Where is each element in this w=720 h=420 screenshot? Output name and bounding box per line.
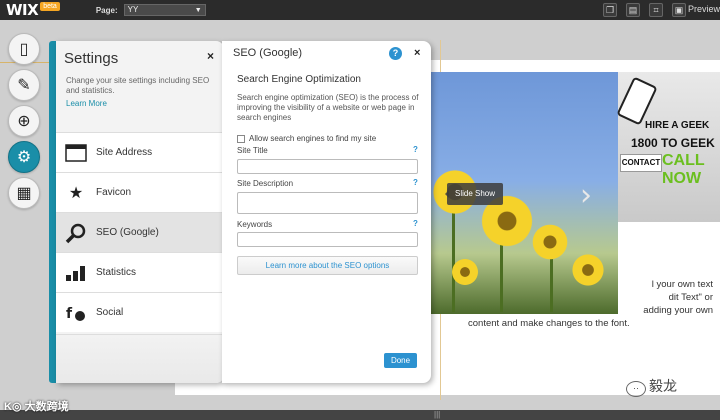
site-description-label: Site Description xyxy=(237,179,294,188)
settings-button[interactable]: ⚙ xyxy=(8,141,40,173)
close-icon[interactable]: × xyxy=(207,49,214,63)
ad-text-line3: CALL NOW xyxy=(662,152,705,187)
wix-logo: WIX xyxy=(6,1,39,19)
preview-button[interactable]: Preview xyxy=(688,4,720,14)
checkbox-box[interactable] xyxy=(237,134,245,143)
checkbox-label: Allow search engines to find my site xyxy=(249,134,377,143)
bar-chart-icon xyxy=(64,261,88,285)
settings-panel: Settings × Change your site settings inc… xyxy=(56,41,224,383)
settings-description: Change your site settings including SEO … xyxy=(66,76,210,95)
brush-icon: ✎ xyxy=(17,77,31,94)
keywords-input[interactable] xyxy=(237,232,418,247)
slideshow-next-icon[interactable]: › xyxy=(580,178,592,213)
site-body-text[interactable]: l your own text dit Text" or adding your… xyxy=(468,278,713,330)
settings-item-label: Favicon xyxy=(96,187,132,198)
body-text-line: adding your own xyxy=(643,305,713,316)
site-title-input[interactable] xyxy=(237,159,418,174)
settings-item-favicon[interactable]: ★ Favicon xyxy=(56,172,224,212)
seo-description: Search engine optimization (SEO) is the … xyxy=(237,93,419,122)
site-title-help-icon[interactable]: ? xyxy=(413,145,418,154)
settings-title: Settings xyxy=(64,50,119,67)
flower xyxy=(530,222,570,262)
monitor-icon[interactable]: ▣ xyxy=(672,3,686,17)
page-select[interactable]: YY ▼ xyxy=(123,4,206,16)
settings-item-social[interactable]: f Social xyxy=(56,292,224,332)
close-icon[interactable]: × xyxy=(414,47,420,59)
browser-window-icon xyxy=(64,141,88,165)
site-description-input[interactable] xyxy=(237,192,418,214)
site-description-help-icon[interactable]: ? xyxy=(413,178,418,187)
settings-item-label: SEO (Google) xyxy=(96,227,159,238)
crop-icon[interactable]: ⌗ xyxy=(649,3,663,17)
social-icon: f xyxy=(64,301,88,325)
allow-search-engines-checkbox[interactable]: Allow search engines to find my site xyxy=(237,134,376,143)
chevron-down-icon: ▼ xyxy=(194,7,202,14)
magnifier-icon xyxy=(64,221,88,245)
ad-text-line1: HIRE A GEEK xyxy=(645,120,710,131)
plus-icon: ⊕ xyxy=(17,113,31,130)
store-button[interactable]: ▦ xyxy=(8,177,40,209)
settings-item-label: Statistics xyxy=(96,267,137,278)
star-icon: ★ xyxy=(68,184,84,202)
top-bar: WIX beta Page: YY ▼ ❐ ▤ ⌗ ▣ Preview xyxy=(0,0,720,20)
seo-panel: SEO (Google) ? × Search Engine Optimizat… xyxy=(222,41,431,383)
watermark-left: K◎ 大数跨境 xyxy=(4,401,69,413)
panel-accent-bar xyxy=(49,41,56,383)
copy-icon[interactable]: ❐ xyxy=(603,3,617,17)
keywords-label: Keywords xyxy=(237,220,273,229)
seo-heading: Search Engine Optimization xyxy=(237,74,361,85)
top-toolbar-icons: ❐ ▤ ⌗ ▣ xyxy=(603,3,686,17)
beta-badge: beta xyxy=(40,1,60,11)
body-text-line: l your own text xyxy=(651,279,713,290)
gear-icon: ⚙ xyxy=(16,149,32,166)
left-toolbar: ▯ ✎ ⊕ ⚙ ▦ xyxy=(8,33,48,218)
contact-button[interactable]: CONTACT xyxy=(620,154,662,172)
pages-button[interactable]: ▯ xyxy=(8,33,40,65)
body-text-line: dit Text" or xyxy=(668,292,713,303)
learn-more-seo-button[interactable]: Learn more about the SEO options xyxy=(237,256,418,275)
add-button[interactable]: ⊕ xyxy=(8,105,40,137)
wechat-icon: ·· xyxy=(626,381,646,397)
seo-panel-title: SEO (Google) xyxy=(233,47,303,59)
site-title-label: Site Title xyxy=(237,146,268,155)
bottom-scrollbar[interactable] xyxy=(0,410,720,420)
page-icon[interactable]: ▤ xyxy=(626,3,640,17)
learn-more-link[interactable]: Learn More xyxy=(66,99,107,108)
watermark-right-text: 毅龙 xyxy=(649,378,677,394)
settings-item-label: Site Address xyxy=(96,147,153,158)
design-button[interactable]: ✎ xyxy=(8,69,40,101)
keywords-help-icon[interactable]: ? xyxy=(413,219,418,228)
settings-panel-footer xyxy=(56,334,224,383)
settings-list: Site Address ★ Favicon SEO (Google) Stat… xyxy=(56,132,224,332)
settings-item-seo[interactable]: SEO (Google) xyxy=(56,212,224,252)
settings-item-site-address[interactable]: Site Address xyxy=(56,132,224,172)
slideshow-tag[interactable]: Slide Show xyxy=(444,183,504,205)
watermark-right: ·· 毅龙 xyxy=(626,376,677,397)
done-button[interactable]: Done xyxy=(384,353,417,368)
help-icon[interactable]: ? xyxy=(389,47,402,60)
settings-item-statistics[interactable]: Statistics xyxy=(56,252,224,292)
scroll-grip-icon[interactable]: ||| xyxy=(434,410,440,420)
store-icon: ▦ xyxy=(16,185,32,202)
ad-text-line2: 1800 TO GEEK xyxy=(631,136,715,150)
settings-item-label: Social xyxy=(96,307,124,318)
page-select-value: YY xyxy=(127,5,139,14)
page-label: Page: xyxy=(95,5,118,15)
body-text-line: content and make changes to the font. xyxy=(468,318,630,329)
svg-text:f: f xyxy=(66,306,73,322)
page-icon: ▯ xyxy=(19,41,29,58)
